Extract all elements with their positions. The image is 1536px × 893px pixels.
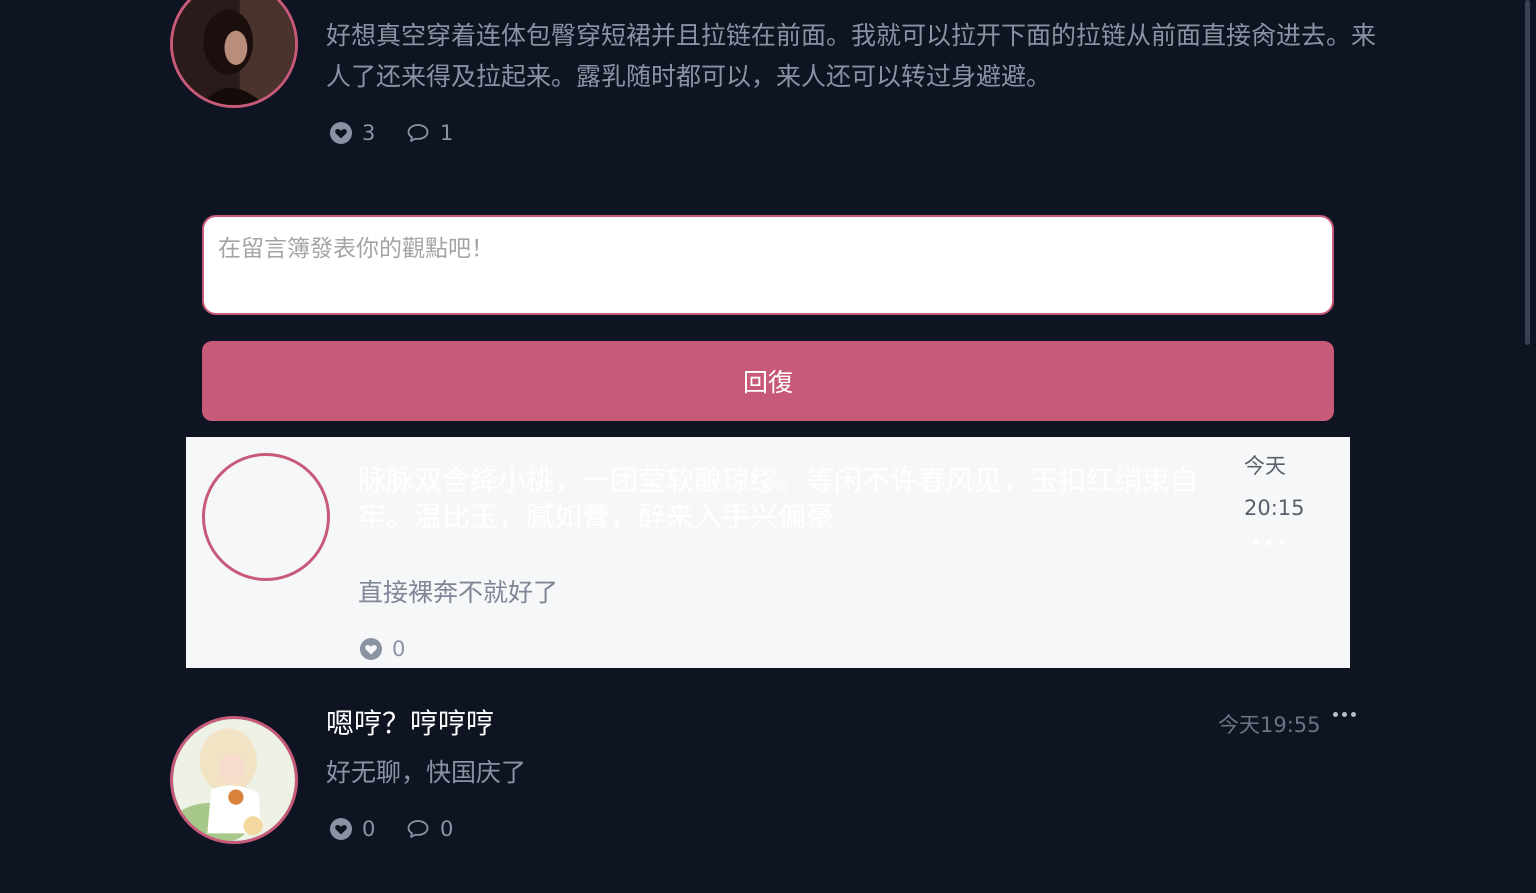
heart-icon bbox=[330, 818, 352, 840]
comment-button[interactable]: 0 bbox=[406, 817, 453, 841]
reply-text: 直接裸奔不就好了 bbox=[358, 578, 559, 607]
reply-quote-text: 脉脉双含绛小桃，一团莹软酿琼缪。等闲不许春风见，玉扣红绡束自牢。温比玉，腻如膏，… bbox=[358, 464, 1199, 533]
like-count: 0 bbox=[362, 817, 376, 841]
reply-date-time: 20:15 bbox=[1244, 496, 1305, 520]
like-button[interactable]: 0 bbox=[330, 817, 375, 841]
guestbook-page: 好想真空穿着连体包臀穿短裙并且拉链在前面。我就可以拉开下面的拉链从前面直接肏进去… bbox=[0, 0, 1536, 893]
comment-button[interactable]: 1 bbox=[406, 121, 453, 145]
avatar[interactable] bbox=[202, 453, 330, 581]
like-button[interactable]: 0 bbox=[360, 637, 405, 661]
reply-timestamp: 今天 20:15 bbox=[1244, 445, 1305, 529]
reply-input[interactable] bbox=[202, 215, 1334, 315]
more-dot bbox=[1333, 712, 1338, 717]
like-button[interactable]: 3 bbox=[330, 121, 375, 145]
heart-icon bbox=[360, 638, 382, 660]
comment-count: 1 bbox=[440, 121, 454, 145]
comment-icon bbox=[407, 124, 429, 142]
anime-avatar-image bbox=[173, 719, 295, 841]
comment-count: 0 bbox=[440, 817, 454, 841]
post-timestamp: 今天19:55 bbox=[1218, 713, 1321, 737]
heart-icon bbox=[330, 122, 352, 144]
post-text: 好无聊，快国庆了 bbox=[326, 758, 527, 787]
more-icon[interactable] bbox=[1333, 712, 1356, 717]
reply-card: 脉脉双含绛小桃，一团莹软酿琼缪。等闲不许春风见，玉扣红绡束自牢。温比玉，腻如膏，… bbox=[186, 437, 1350, 668]
avatar[interactable] bbox=[170, 0, 298, 108]
more-dot bbox=[1342, 712, 1347, 717]
username[interactable]: 嗯哼？哼哼哼 bbox=[326, 702, 494, 742]
more-dot bbox=[1351, 712, 1356, 717]
post-text: 好想真空穿着连体包臀穿短裙并且拉链在前面。我就可以拉开下面的拉链从前面直接肏进去… bbox=[326, 21, 1377, 91]
reply-button[interactable]: 回復 bbox=[202, 341, 1334, 421]
scrollbar[interactable] bbox=[1525, 0, 1530, 345]
comment-icon bbox=[407, 820, 429, 838]
like-count: 0 bbox=[392, 637, 406, 661]
avatar[interactable] bbox=[170, 716, 298, 844]
portrait-image bbox=[173, 0, 295, 105]
reply-date-day: 今天 bbox=[1244, 454, 1286, 478]
more-icon[interactable]: ••• bbox=[1250, 531, 1288, 555]
like-count: 3 bbox=[362, 121, 376, 145]
